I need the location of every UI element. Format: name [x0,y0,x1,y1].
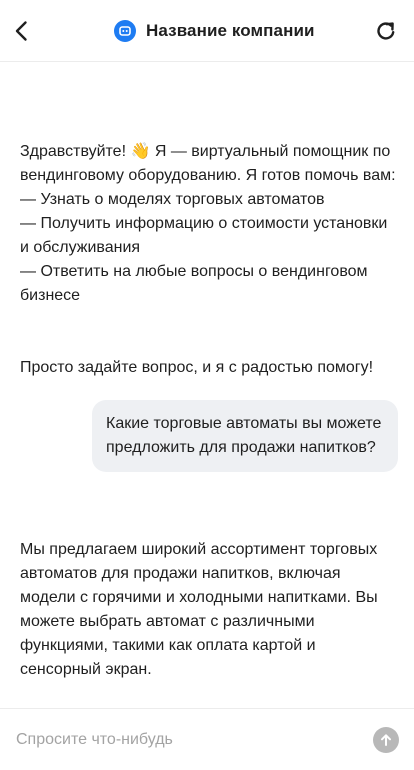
refresh-icon [377,22,395,40]
composer-bar [0,708,414,770]
chat-bot-icon [114,20,136,42]
arrow-up-icon [381,734,391,746]
chat-input[interactable] [16,727,356,753]
user-message-text: Какие торговые автоматы вы можете предло… [106,415,382,456]
user-message-bubble: Какие торговые автоматы вы можете предло… [92,400,398,472]
bot-message-text: Просто задайте вопрос, и я с радостью по… [20,359,374,376]
chat-header: Название компании [0,0,414,62]
chevron-left-icon [15,21,27,41]
bot-message-text: Мы предлагаем широкий ассортимент торгов… [20,541,378,678]
bot-message: Здравствуйте! 👋 Я — виртуальный помощник… [20,116,396,404]
page-title: Название компании [146,21,315,40]
header-title-group: Название компании [114,19,315,43]
send-button[interactable] [373,727,399,753]
refresh-button[interactable] [374,19,398,43]
bot-message: Мы предлагаем широкий ассортимент торгов… [20,514,396,706]
back-button[interactable] [10,19,34,43]
bot-message-text: Здравствуйте! 👋 Я — виртуальный помощник… [20,143,396,304]
